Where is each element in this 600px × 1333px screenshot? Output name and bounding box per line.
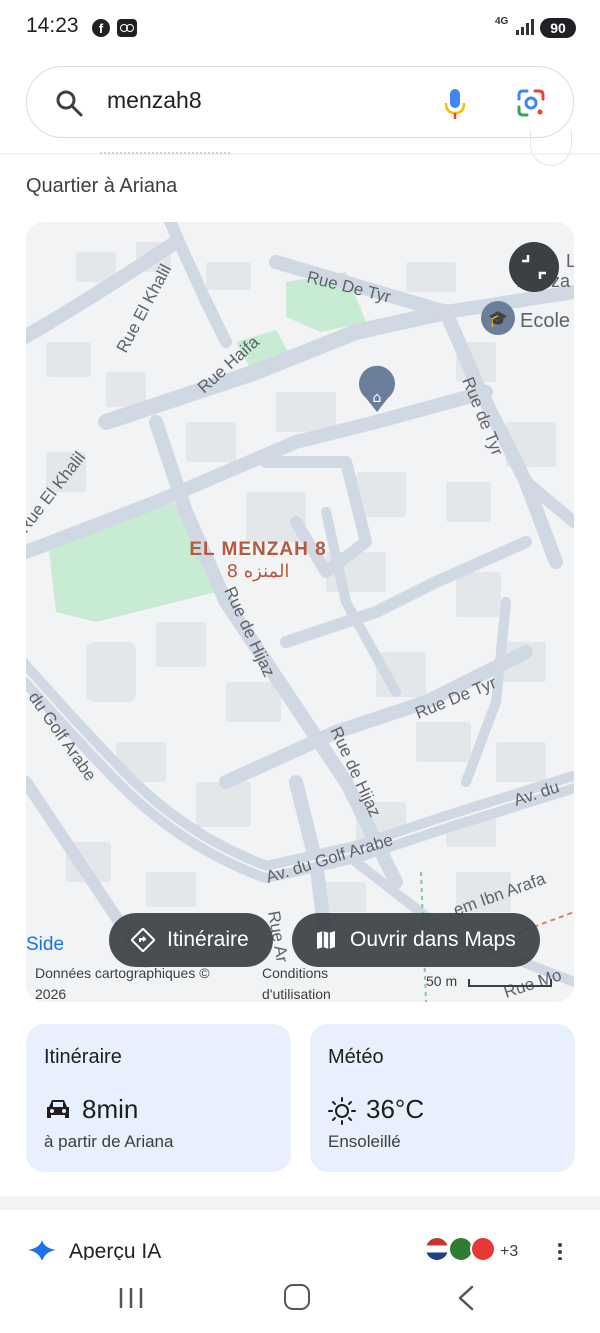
street-label: Rue de Hijaz bbox=[220, 584, 278, 680]
open-in-maps-button[interactable]: Ouvrir dans Maps bbox=[292, 913, 540, 967]
collapse-icon bbox=[522, 255, 546, 279]
itinerary-button-label: Itinéraire bbox=[167, 928, 249, 951]
place-name-arabic-label: المنزه 8 bbox=[227, 561, 290, 582]
svg-text:⌂: ⌂ bbox=[373, 390, 382, 406]
map-view[interactable]: Rue De Tyr Rue El Khalil Rue Haifa Rue d… bbox=[26, 222, 574, 1002]
divider bbox=[0, 153, 600, 155]
scrolled-content-edge bbox=[100, 146, 230, 154]
search-icon[interactable] bbox=[55, 89, 83, 117]
facebook-icon: f bbox=[92, 19, 110, 37]
terms-of-use-link[interactable]: Conditions d'utilisation bbox=[262, 963, 372, 1002]
itinerary-card-title: Itinéraire bbox=[44, 1046, 122, 1068]
ai-overview-title[interactable]: Aperçu IA bbox=[69, 1240, 161, 1260]
landmark-marker[interactable]: ⌂ bbox=[359, 365, 396, 412]
itinerary-button[interactable]: Itinéraire bbox=[109, 913, 273, 967]
sun-icon bbox=[328, 1097, 356, 1125]
weather-card[interactable]: Météo 36°C Ensoleillé bbox=[310, 1024, 575, 1172]
map-data-attribution[interactable]: Données cartographiques © 2026 bbox=[35, 963, 235, 1002]
itinerary-duration: 8min bbox=[82, 1094, 139, 1124]
scale-label: 50 m bbox=[426, 973, 458, 989]
directions-icon bbox=[131, 928, 155, 952]
place-subtitle: Quartier à Ariana bbox=[26, 175, 178, 197]
open-in-maps-label: Ouvrir dans Maps bbox=[350, 928, 516, 951]
microphone-icon[interactable] bbox=[443, 87, 467, 121]
weather-card-title: Météo bbox=[328, 1046, 384, 1068]
map-edge-label: Side bbox=[26, 934, 65, 955]
status-time: 14:23 bbox=[26, 14, 79, 37]
poi-label: Ecole bbox=[520, 310, 570, 332]
map-icon bbox=[317, 931, 335, 949]
network-type: 4G bbox=[495, 16, 509, 27]
itinerary-card[interactable]: Itinéraire 8min à partir de Ariana bbox=[26, 1024, 291, 1172]
place-name-label: EL MENZAH 8 bbox=[189, 539, 326, 560]
home-icon[interactable] bbox=[284, 1284, 310, 1310]
ai-sparkle-icon bbox=[28, 1240, 56, 1262]
search-bar[interactable] bbox=[26, 66, 574, 138]
weather-temperature: 36°C bbox=[366, 1094, 425, 1124]
weather-condition: Ensoleillé bbox=[328, 1132, 401, 1151]
source-avatars[interactable] bbox=[424, 1236, 504, 1262]
scale-bar bbox=[468, 979, 552, 987]
status-bar: 14:23 f 4G 90 bbox=[0, 0, 600, 56]
section-divider bbox=[0, 1196, 600, 1210]
voicemail-icon bbox=[117, 19, 137, 37]
car-icon bbox=[47, 1100, 69, 1118]
back-icon[interactable] bbox=[456, 1285, 476, 1311]
google-lens-icon[interactable] bbox=[515, 87, 547, 119]
map-canvas[interactable]: Rue De Tyr Rue El Khalil Rue Haifa Rue d… bbox=[26, 222, 574, 1002]
itinerary-origin: à partir de Ariana bbox=[44, 1132, 174, 1151]
battery-icon: 90 bbox=[540, 18, 576, 38]
svg-text:🎓: 🎓 bbox=[488, 309, 508, 328]
source-avatar bbox=[470, 1236, 496, 1262]
poi-label: L bbox=[566, 251, 574, 271]
school-marker[interactable]: 🎓 bbox=[481, 301, 515, 335]
recents-icon[interactable] bbox=[118, 1286, 144, 1310]
signal-icon bbox=[516, 19, 534, 35]
search-input[interactable] bbox=[107, 87, 427, 114]
collapse-map-button[interactable] bbox=[509, 242, 559, 292]
scrolled-button-edge bbox=[530, 130, 572, 166]
source-avatar bbox=[424, 1236, 450, 1262]
extra-sources-count: +3 bbox=[500, 1243, 519, 1260]
